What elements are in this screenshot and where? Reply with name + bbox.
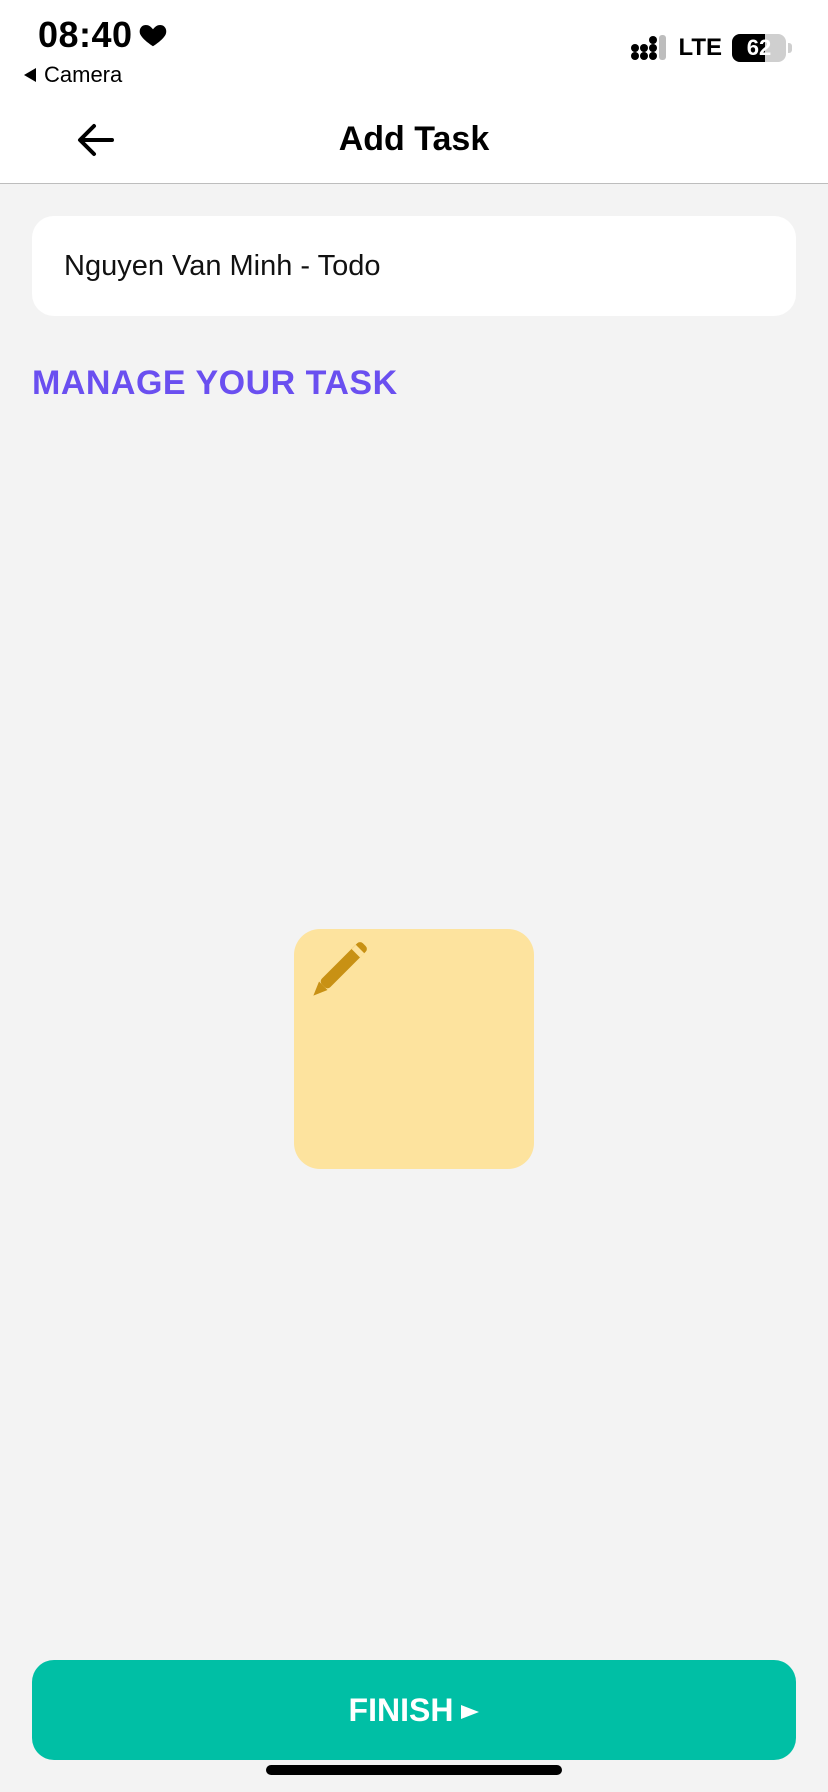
heart-icon [139,25,167,47]
finish-label: FINISH [348,1691,454,1728]
back-to-app-link[interactable]: Camera [24,62,122,88]
home-indicator [266,1765,562,1775]
back-triangle-icon [24,68,36,82]
status-time: 08:40 [38,14,133,55]
finish-button[interactable]: FINISH [32,1660,796,1760]
status-indicators: LTE 62 [630,34,792,62]
signal-icon [631,35,667,60]
add-task-screen: 08:40 Camera LTE 62 Add Task Nguyen Van … [0,0,828,1792]
battery-icon: 62 [732,34,786,62]
play-arrow-icon [461,1705,480,1719]
task-name-value: Nguyen Van Minh - Todo [64,249,381,282]
back-app-label: Camera [44,62,123,87]
network-type: LTE [678,34,722,61]
pencil-icon [313,942,367,996]
battery-tip [788,43,792,53]
add-note-card[interactable] [294,929,534,1169]
section-title: MANAGE YOUR TASK [32,364,398,402]
page-title: Add Task [338,120,490,158]
top-bar: 08:40 Camera LTE 62 Add Task [0,0,828,184]
task-name-field[interactable]: Nguyen Van Minh - Todo [32,216,796,316]
battery-percent: 62 [746,35,772,60]
